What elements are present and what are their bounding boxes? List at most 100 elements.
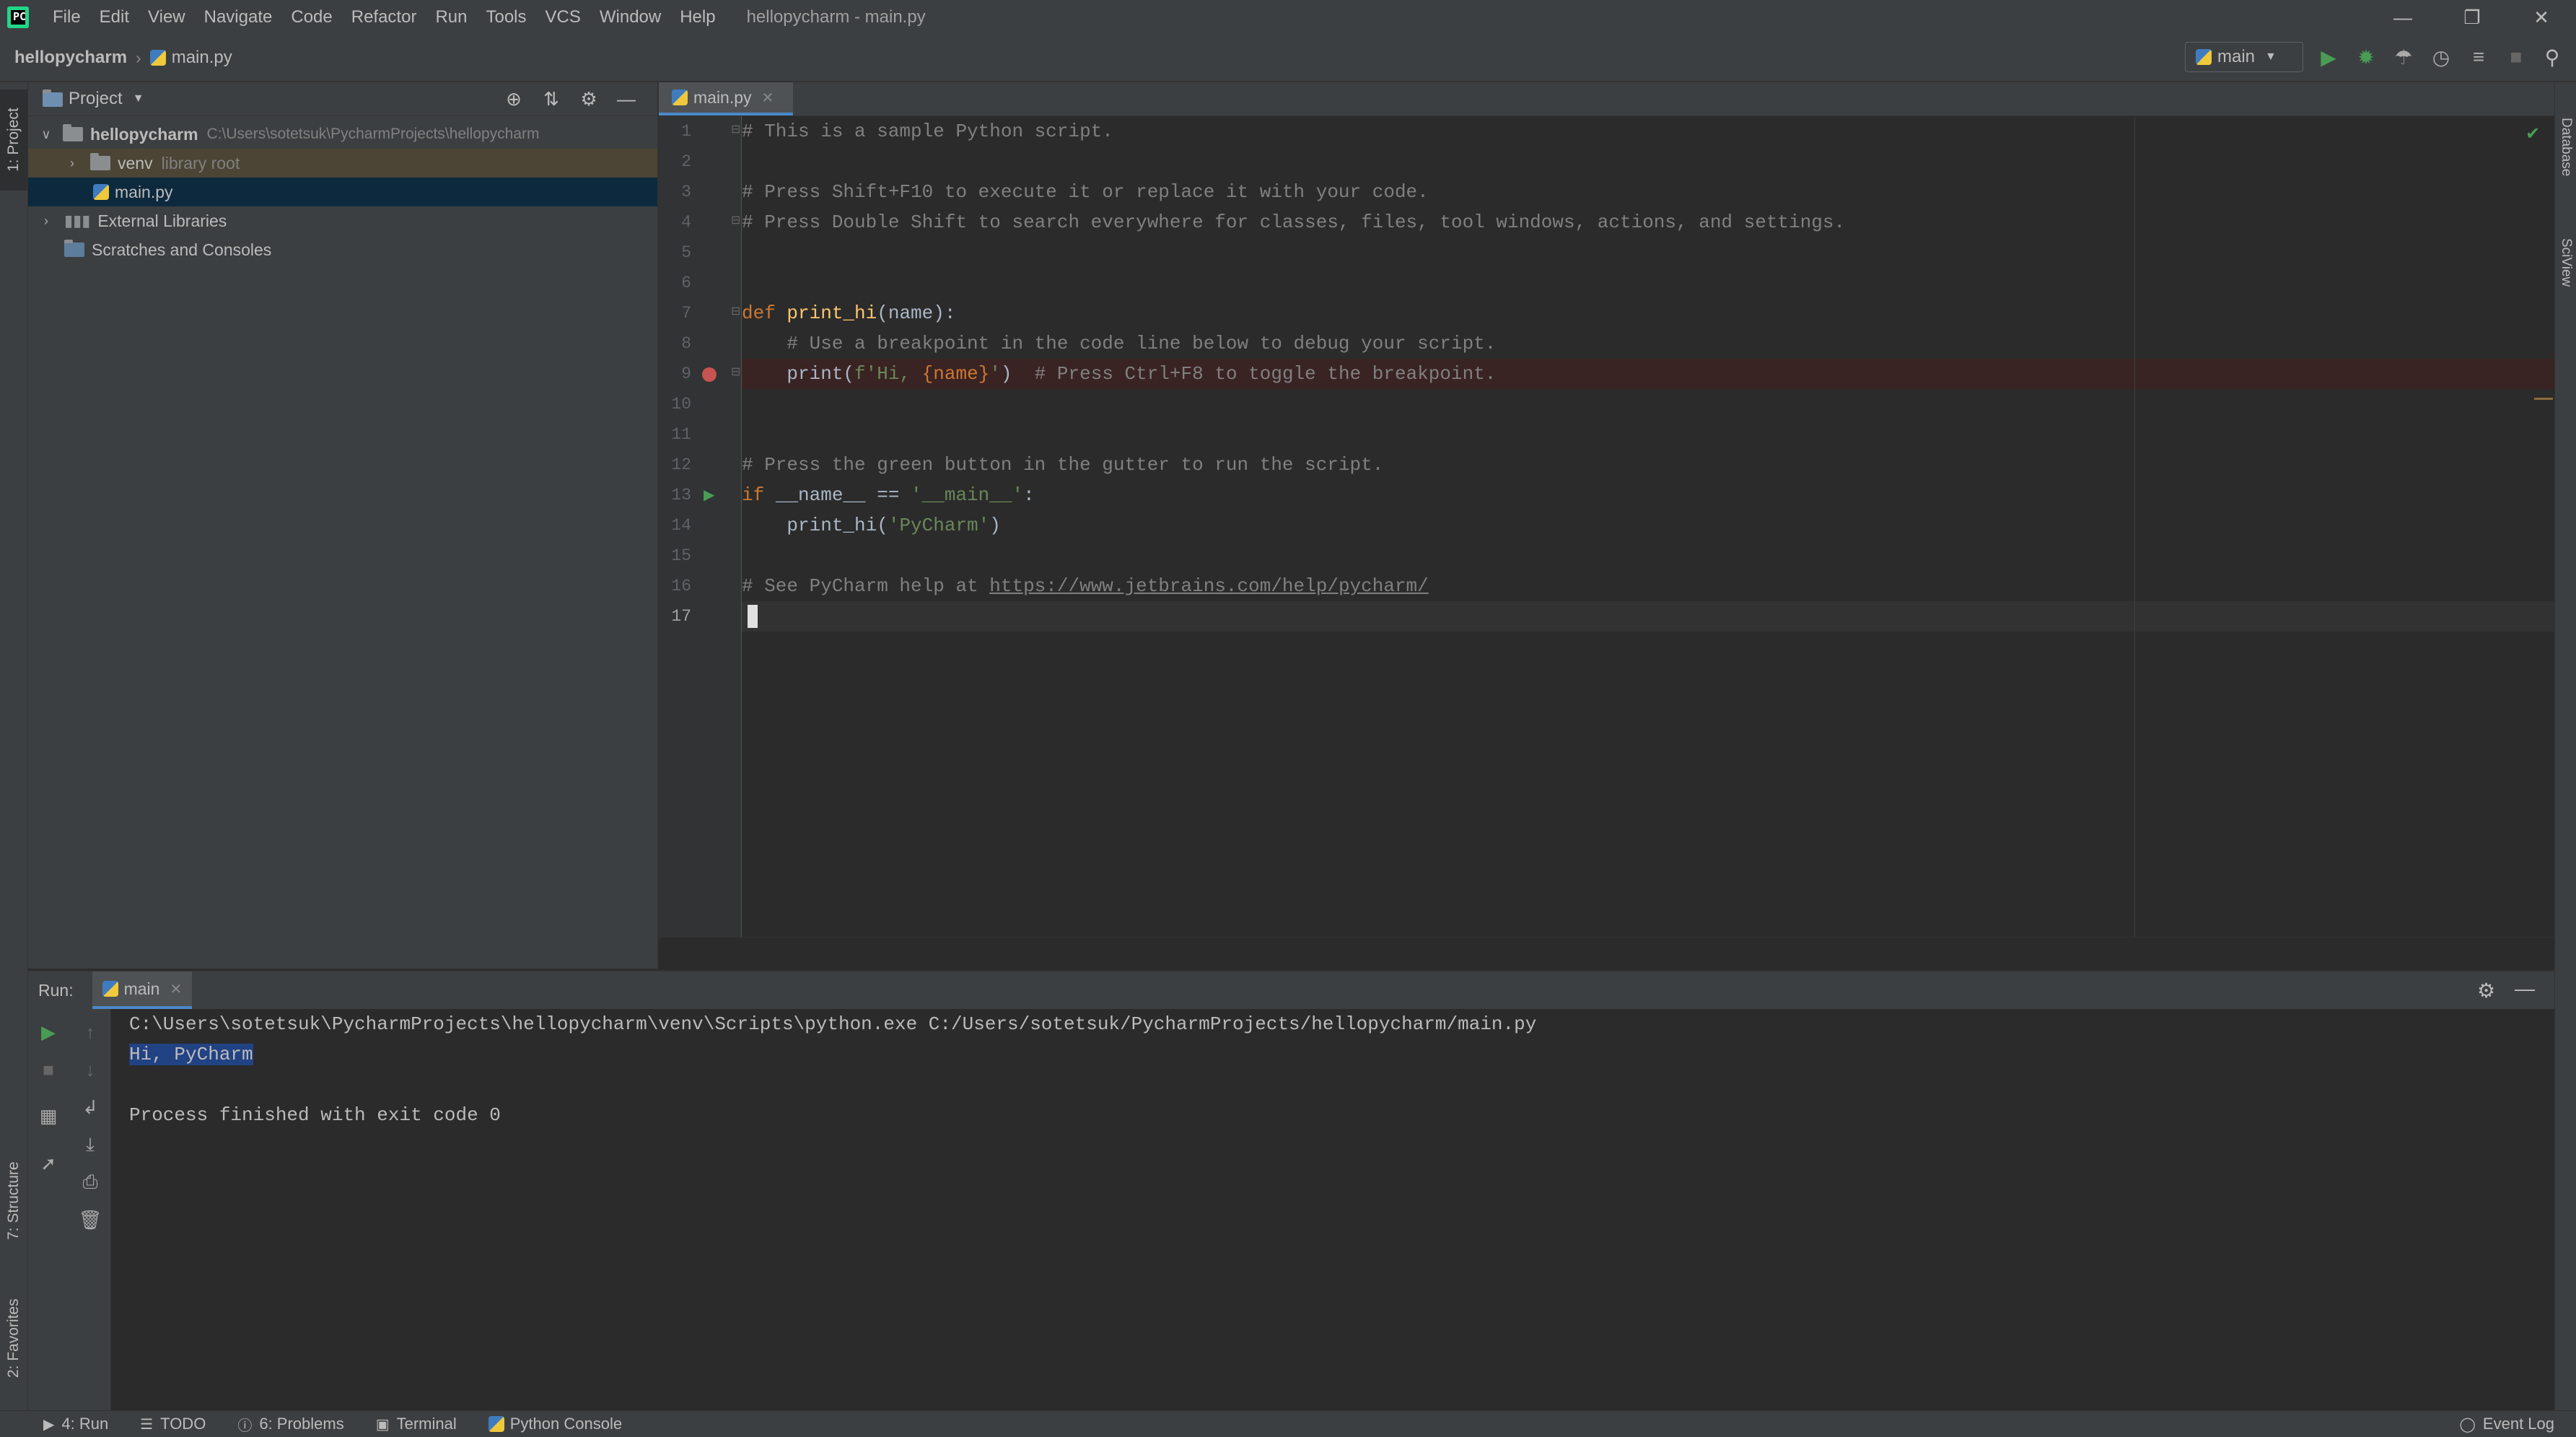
chevron-right-icon[interactable]: › (64, 156, 80, 171)
chevron-right-icon[interactable]: › (38, 214, 54, 229)
stop-icon[interactable]: ■ (35, 1057, 61, 1083)
editor-horizontal-scrollbar[interactable] (659, 937, 2554, 969)
python-icon (488, 1416, 504, 1432)
run-gutter-icon[interactable]: ▶ (704, 486, 714, 504)
menu-help[interactable]: Help (670, 7, 724, 27)
menu-navigate[interactable]: Navigate (195, 7, 282, 27)
problems-tool-button[interactable]: ⓘ 6: Problems (237, 1414, 343, 1435)
fstring-expression: {name} (921, 363, 990, 385)
favorites-tool-tab-label: 2: Favorites (5, 1298, 22, 1378)
tree-item-external-libraries[interactable]: › ▮▮▮ External Libraries (28, 206, 657, 235)
tree-item-venv[interactable]: › venv library root (28, 149, 657, 178)
project-tool-tab[interactable]: 1: Project (0, 89, 27, 191)
run-icon[interactable]: ▶ (2316, 45, 2341, 69)
close-tab-icon[interactable]: ✕ (170, 980, 182, 998)
database-tool-tab[interactable]: Database (2555, 97, 2576, 198)
menu-view[interactable]: View (139, 7, 195, 27)
help-link[interactable]: https://www.jetbrains.com/help/pycharm/ (989, 575, 1429, 597)
python-console-tool-label: Python Console (509, 1415, 623, 1433)
code-editor[interactable]: # This is a sample Python script. # Pres… (742, 116, 2554, 937)
error-stripe-marker[interactable] (2534, 398, 2553, 400)
menu-code[interactable]: Code (281, 7, 341, 27)
stop-icon[interactable]: ■ (2504, 45, 2528, 69)
menu-edit[interactable]: Edit (90, 7, 139, 27)
project-view-select[interactable]: Project (69, 89, 123, 109)
event-log-button[interactable]: ◯ Event Log (2460, 1415, 2554, 1433)
breakpoint-icon[interactable] (702, 367, 717, 382)
menu-window[interactable]: Window (590, 7, 670, 27)
gear-icon[interactable]: ⚙ (2477, 979, 2495, 1003)
down-arrow-icon[interactable]: ↓ (77, 1057, 103, 1083)
close-icon[interactable]: ✕ (2507, 0, 2576, 35)
menu-vcs[interactable]: VCS (536, 7, 590, 27)
soft-wrap-icon[interactable]: ↲ (77, 1094, 103, 1120)
breadcrumb-project[interactable]: hellopycharm (14, 48, 127, 68)
editor-tab-main-py[interactable]: main.py ✕ (659, 82, 793, 115)
profile-icon[interactable]: ◷ (2429, 45, 2453, 69)
trash-icon[interactable]: 🗑 (77, 1207, 103, 1233)
editor-tab-label: main.py (693, 87, 752, 107)
rerun-icon[interactable]: ▶ (35, 1019, 61, 1045)
chevron-down-icon[interactable]: ∨ (38, 127, 54, 142)
concurrency-icon[interactable]: ≡ (2466, 45, 2491, 69)
locate-icon[interactable]: ⊕ (501, 87, 526, 111)
layout-icon[interactable]: ▦ (35, 1103, 61, 1129)
search-icon[interactable]: ⚲ (2540, 45, 2564, 69)
up-arrow-icon[interactable]: ↑ (77, 1019, 103, 1045)
debug-icon[interactable]: ✹ (2354, 45, 2378, 69)
breadcrumb-file[interactable]: main.py (149, 48, 232, 68)
fold-icon[interactable]: ⊟ (731, 304, 740, 318)
tree-item-scratches[interactable]: Scratches and Consoles (28, 235, 657, 264)
keyword: if (742, 484, 776, 506)
fold-icon[interactable]: ⊟ (731, 364, 740, 379)
comment: # Press Ctrl+F8 to toggle the breakpoint… (1034, 363, 1497, 385)
console-exit-line: Process finished with exit code 0 (129, 1104, 501, 1126)
coverage-icon[interactable]: ☂ (2391, 45, 2416, 69)
sciview-tool-tab[interactable]: SciView (2555, 212, 2576, 313)
fold-icon[interactable]: ⊟ (731, 122, 740, 136)
favorites-tool-tab[interactable]: 2: Favorites (0, 1280, 27, 1396)
run-tool-button[interactable]: ▶ 4: Run (43, 1415, 108, 1433)
tree-item-project-root[interactable]: ∨ hellopycharm C:\Users\sotetsuk\Pycharm… (28, 120, 657, 149)
terminal-icon: ▣ (375, 1416, 390, 1433)
no-problems-check-icon[interactable]: ✔ (2525, 123, 2540, 144)
editor-gutter[interactable]: 1 2 3 4 5 6 7 8 9 10 11 12 13 14 15 16 1… (659, 116, 742, 937)
hide-icon[interactable]: — (2515, 977, 2535, 1000)
todo-tool-button[interactable]: ☰ TODO (140, 1415, 206, 1433)
run-tab-main[interactable]: main ✕ (92, 971, 193, 1009)
print-icon[interactable]: ⎙ (77, 1169, 103, 1195)
menu-run[interactable]: Run (426, 7, 476, 27)
gear-icon[interactable]: ⚙ (577, 87, 601, 111)
structure-tool-tab[interactable]: 7: Structure (0, 1143, 27, 1259)
fold-icon[interactable]: ⊟ (731, 213, 740, 227)
menu-tools[interactable]: Tools (476, 7, 535, 27)
tree-item-main-py[interactable]: main.py (28, 178, 657, 206)
scroll-to-end-icon[interactable]: ⤓ (77, 1132, 103, 1158)
terminal-tool-button[interactable]: ▣ Terminal (376, 1415, 457, 1433)
pin-icon[interactable]: ➚ (35, 1150, 61, 1176)
menu-bar: PC File Edit View Navigate Code Refactor… (0, 0, 2576, 35)
comment: # See PyCharm help at (742, 575, 990, 597)
tree-item-label: venv (118, 153, 153, 172)
menu-file[interactable]: File (43, 7, 90, 27)
collapse-all-icon[interactable]: ⇅ (539, 87, 564, 111)
code-line-17 (742, 601, 2554, 632)
text-caret (748, 605, 758, 629)
problems-tool-label: 6: Problems (259, 1415, 344, 1433)
string-literal: f'Hi, (854, 363, 922, 385)
line-number: 7 (681, 304, 691, 323)
right-margin-guide (2134, 116, 2135, 937)
chevron-down-icon[interactable]: ▼ (133, 92, 144, 105)
run-console[interactable]: C:\Users\sotetsuk\PycharmProjects\hellop… (129, 1009, 1536, 1130)
menu-refactor[interactable]: Refactor (342, 7, 426, 27)
minimize-icon[interactable]: — (2368, 0, 2437, 35)
run-configuration-select[interactable]: main ▼ (2185, 42, 2303, 72)
list-icon: ☰ (140, 1416, 154, 1433)
hide-icon[interactable]: — (614, 87, 639, 111)
code-line-7: def print_hi(name): (742, 298, 2554, 328)
python-console-tool-button[interactable]: Python Console (488, 1415, 623, 1433)
run-tool-label: 4: Run (61, 1415, 109, 1433)
close-tab-icon[interactable]: ✕ (762, 89, 774, 107)
restore-icon[interactable]: ❐ (2437, 0, 2507, 35)
python-file-icon (149, 50, 166, 66)
